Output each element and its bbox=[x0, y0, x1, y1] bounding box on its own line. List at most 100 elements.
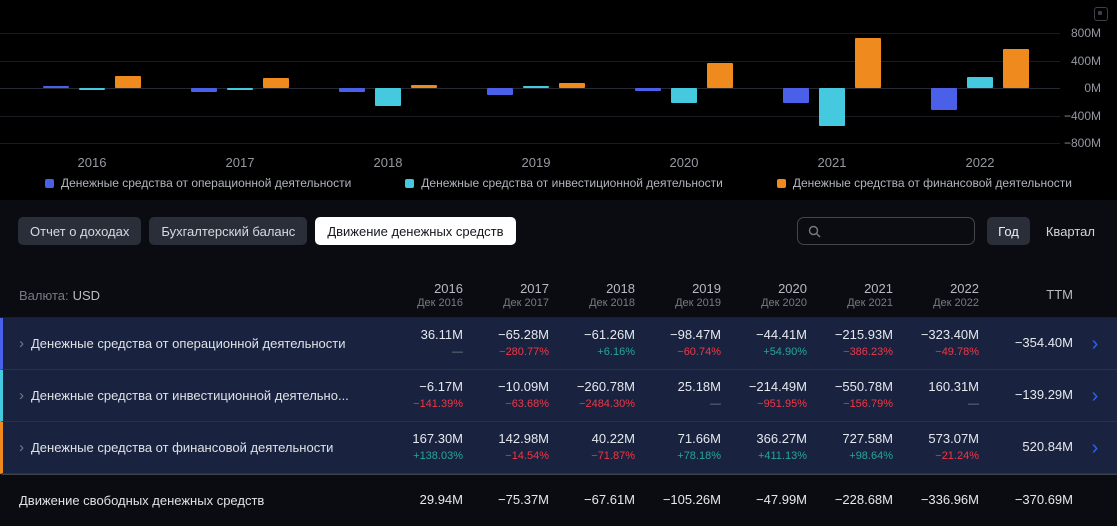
column-header-2016: 2016 Дек 2016 bbox=[377, 281, 463, 311]
cell-change-percent: −14.54% bbox=[505, 450, 549, 463]
cell-free-cash-flow-2020: −47.99M bbox=[721, 492, 807, 509]
cell-operating-2016: 36.11M — bbox=[377, 327, 463, 359]
cell-operating-2018: −61.26M +6.16% bbox=[549, 327, 635, 359]
statements-toolbar: Отчет о доходах Бухгалтерский баланс Движе… bbox=[0, 216, 1117, 246]
cell-value: −260.78M bbox=[576, 379, 635, 395]
cell-change-percent: −280.77% bbox=[499, 346, 549, 359]
cell-operating-TTM: −354.40M bbox=[979, 335, 1073, 352]
bar-operating-2020 bbox=[635, 88, 661, 92]
cell-value: −370.69M bbox=[1014, 492, 1073, 508]
bar-financing-2018 bbox=[411, 85, 437, 88]
cell-value: 29.94M bbox=[419, 492, 463, 508]
cell-financing-2022: 573.07M −21.24% bbox=[893, 431, 979, 463]
x-axis-label: 2019 bbox=[521, 155, 551, 170]
cell-investing-2022: 160.31M — bbox=[893, 379, 979, 411]
cell-investing-2019: 25.18M — bbox=[635, 379, 721, 411]
tab-cash-flow[interactable]: Движение денежных средств bbox=[315, 217, 516, 245]
search-icon bbox=[808, 225, 821, 237]
cell-value: −98.47M bbox=[670, 327, 721, 343]
table-row-investing[interactable]: › Денежные средства от инвестиционной дея… bbox=[0, 370, 1117, 422]
period-year-button[interactable]: Год bbox=[987, 217, 1030, 245]
bar-investing-2021 bbox=[819, 88, 845, 126]
cell-operating-2019: −98.47M −60.74% bbox=[635, 327, 721, 359]
bar-operating-2022 bbox=[931, 88, 957, 111]
cell-free-cash-flow-2022: −336.96M bbox=[893, 492, 979, 509]
cell-financing-2020: 366.27M +411.13% bbox=[721, 431, 807, 463]
y-axis-label: 800M bbox=[1070, 26, 1101, 40]
cell-change-percent: −49.78% bbox=[935, 346, 979, 359]
column-year: 2022 bbox=[950, 280, 979, 296]
table-row-free-cash-flow[interactable]: Движение свободных денежных средств 29.94… bbox=[0, 474, 1117, 526]
tabs-group: Отчет о доходах Бухгалтерский баланс Движе… bbox=[18, 217, 516, 245]
cell-change-percent: −156.79% bbox=[843, 398, 893, 411]
cell-change-percent: +411.13% bbox=[757, 450, 807, 463]
cell-investing-2020: −214.49M −951.95% bbox=[721, 379, 807, 411]
bar-operating-2021 bbox=[783, 88, 809, 103]
tab-income-statement[interactable]: Отчет о доходах bbox=[18, 217, 142, 245]
cell-value: 25.18M bbox=[677, 379, 721, 395]
x-axis-label: 2022 bbox=[965, 155, 995, 170]
cell-value: 167.30M bbox=[412, 431, 463, 447]
search-box[interactable] bbox=[797, 217, 976, 245]
cell-financing-2017: 142.98M −14.54% bbox=[463, 431, 549, 463]
row-open-chevron-icon[interactable]: › bbox=[1073, 438, 1117, 458]
y-axis-label: −400M bbox=[1063, 108, 1101, 123]
cell-change-percent: −2484.30% bbox=[579, 398, 635, 411]
column-year: TTM bbox=[1046, 287, 1073, 303]
row-open-chevron-icon[interactable]: › bbox=[1073, 334, 1117, 354]
gridline bbox=[0, 33, 1060, 34]
bar-investing-2017 bbox=[227, 88, 253, 90]
chart-plot[interactable]: 800M 400M 0M −400M −800M bbox=[0, 0, 1117, 150]
cell-change-percent: −951.95% bbox=[757, 398, 807, 411]
chart-legend: Денежные средства от операционной деятел… bbox=[0, 176, 1117, 190]
cell-investing-2018: −260.78M −2484.30% bbox=[549, 379, 635, 411]
cell-change-percent: −71.87% bbox=[591, 450, 635, 463]
gridline bbox=[0, 143, 1060, 144]
column-year: 2019 bbox=[692, 280, 721, 296]
column-subperiod: Дек 2017 bbox=[503, 296, 549, 309]
column-header-2019: 2019 Дек 2019 bbox=[635, 281, 721, 311]
legend-swatch-financing bbox=[776, 178, 786, 188]
x-axis-label: 2018 bbox=[373, 155, 403, 170]
gridline bbox=[0, 60, 1060, 62]
row-label-cell: › Денежные средства от финансовой деятель… bbox=[3, 440, 377, 455]
column-subperiod: Дек 2022 bbox=[933, 296, 979, 309]
period-quarter-button[interactable]: Квартал bbox=[1042, 224, 1099, 239]
legend-label: Денежные средства от инвестиционной деят… bbox=[421, 176, 723, 190]
column-year: 2020 bbox=[778, 280, 807, 296]
expand-chevron-icon[interactable]: › bbox=[19, 336, 24, 351]
tab-balance-sheet[interactable]: Бухгалтерский баланс bbox=[149, 217, 308, 245]
row-label: Движение свободных денежных средств bbox=[19, 493, 265, 508]
row-label-cell: › Денежные средства от операционной деяте… bbox=[3, 336, 377, 351]
bar-financing-2021 bbox=[855, 37, 881, 88]
column-subperiod: Дек 2019 bbox=[675, 296, 721, 309]
cell-change-percent: −141.39% bbox=[413, 398, 463, 411]
column-subperiod: Дек 2016 bbox=[417, 296, 463, 309]
bar-operating-2019 bbox=[487, 88, 513, 95]
bar-financing-2016 bbox=[115, 76, 141, 88]
cell-change-percent: −21.24% bbox=[935, 450, 979, 463]
cell-value: −215.93M bbox=[834, 327, 893, 343]
cell-value: −139.29M bbox=[1014, 387, 1073, 403]
bar-operating-2018 bbox=[339, 88, 365, 93]
expand-chevron-icon[interactable]: › bbox=[19, 388, 24, 403]
bar-financing-2020 bbox=[707, 62, 733, 88]
table-body: › Денежные средства от операционной деяте… bbox=[0, 318, 1117, 526]
table-row-financing[interactable]: › Денежные средства от финансовой деятель… bbox=[0, 422, 1117, 474]
cell-value: −354.40M bbox=[1014, 335, 1073, 351]
financials-table: Валюта: USD 2016 Дек 2016 2017 Дек 2017 2018 Д… bbox=[0, 274, 1117, 526]
row-label: Денежные средства от инвестиционной деят… bbox=[31, 388, 349, 403]
cell-value: −214.49M bbox=[748, 379, 807, 395]
table-header: Валюта: USD 2016 Дек 2016 2017 Дек 2017 2018 Д… bbox=[0, 274, 1117, 318]
search-input[interactable] bbox=[828, 222, 965, 240]
cell-value: 727.58M bbox=[842, 431, 893, 447]
cell-value: 71.66M bbox=[677, 431, 721, 447]
table-row-operating[interactable]: › Денежные средства от операционной деяте… bbox=[0, 318, 1117, 370]
bar-investing-2020 bbox=[671, 88, 697, 103]
row-open-chevron-icon[interactable]: › bbox=[1073, 386, 1117, 406]
legend-operating: Денежные средства от операционной деятел… bbox=[45, 176, 351, 190]
chart-options-icon[interactable] bbox=[1094, 7, 1108, 21]
expand-chevron-icon[interactable]: › bbox=[19, 440, 24, 455]
column-subperiod: Дек 2021 bbox=[847, 296, 893, 309]
y-axis-label: −800M bbox=[1063, 136, 1101, 150]
